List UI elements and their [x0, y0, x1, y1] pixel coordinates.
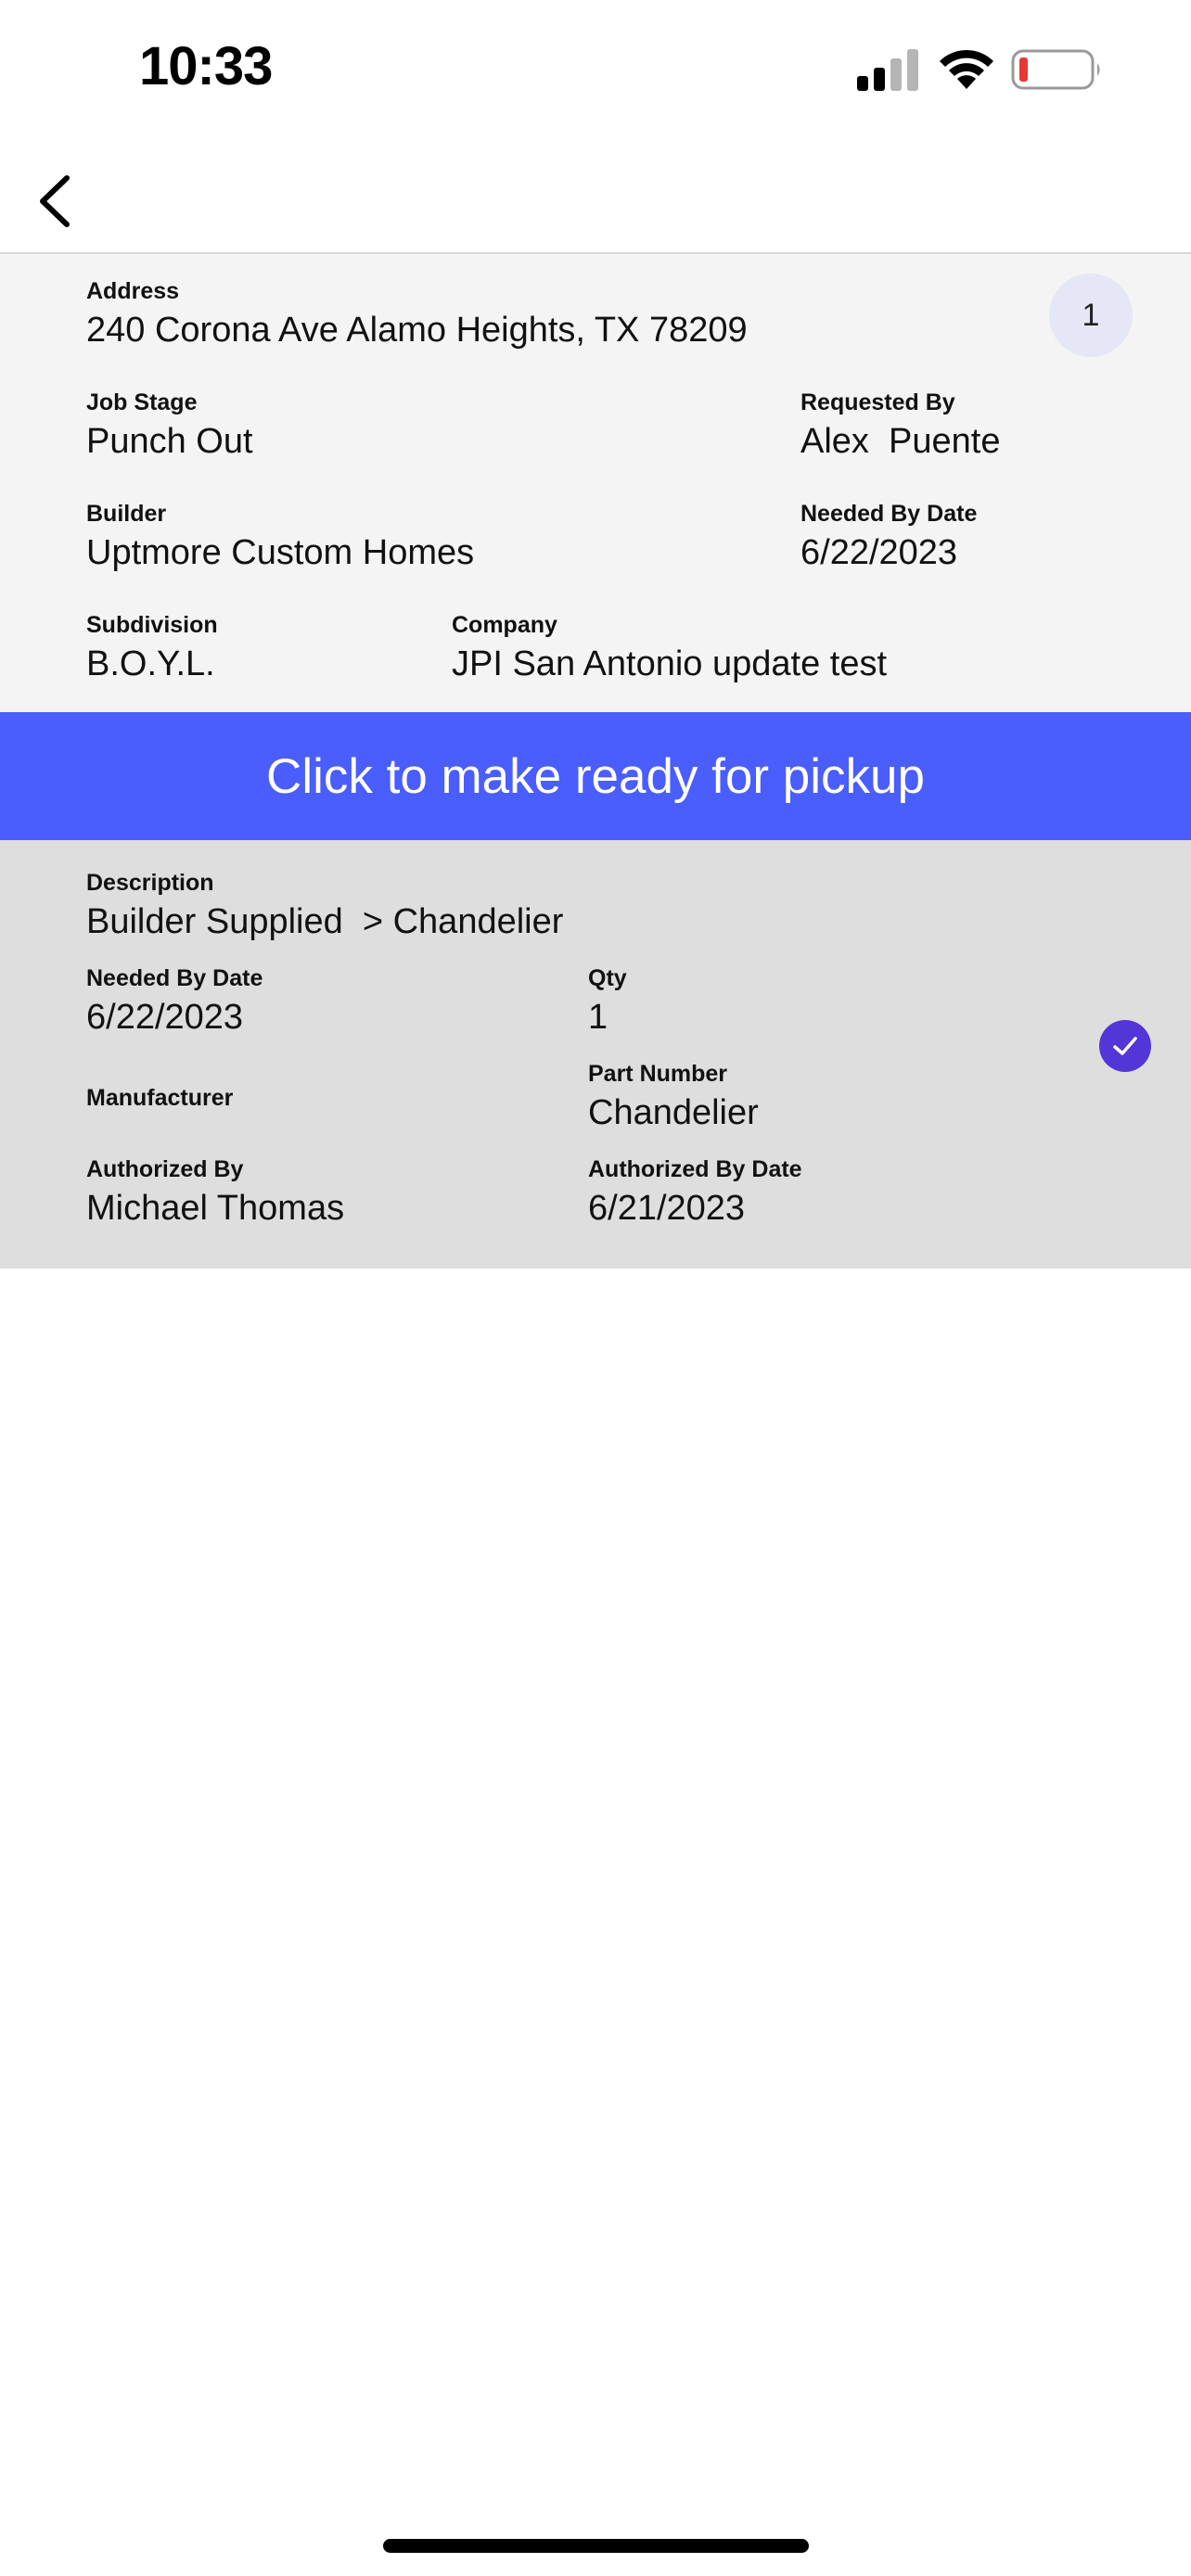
- needed-by-date-label: Needed By Date: [800, 501, 978, 527]
- description-label: Description: [86, 870, 214, 896]
- job-stage-value: Punch Out: [86, 422, 253, 461]
- chevron-left-icon: [40, 175, 70, 227]
- requested-by-value: Alex Puente: [800, 422, 1001, 461]
- item-selected-checkbox[interactable]: [1099, 1020, 1151, 1072]
- description-value: Builder Supplied > Chandelier: [86, 902, 564, 941]
- description-field: Description Builder Supplied > Chandelie…: [86, 868, 563, 944]
- job-stage-label: Job Stage: [86, 389, 198, 415]
- part-number-field: Part Number Chandelier: [588, 1059, 759, 1135]
- manufacturer-label: Manufacturer: [86, 1085, 234, 1111]
- checkmark-icon: [1113, 1037, 1137, 1055]
- company-label: Company: [452, 612, 557, 638]
- ready-for-pickup-button[interactable]: Click to make ready for pickup: [0, 712, 1191, 840]
- status-bar: 10:33: [0, 0, 1191, 139]
- authorized-by-field: Authorized By Michael Thomas: [86, 1154, 344, 1231]
- company-field: Company JPI San Antonio update test: [452, 610, 887, 686]
- builder-field: Builder Uptmore Custom Homes: [86, 499, 474, 575]
- needed-by-date-field: Needed By Date 6/22/2023: [800, 499, 977, 575]
- authorized-by-date-field: Authorized By Date 6/21/2023: [588, 1154, 802, 1231]
- battery-low-icon: [1011, 49, 1100, 90]
- item-needed-by-date-field: Needed By Date 6/22/2023: [86, 963, 263, 1039]
- authorized-by-value: Michael Thomas: [86, 1189, 345, 1228]
- count-badge[interactable]: 1: [1049, 274, 1133, 357]
- signal-icon: [857, 49, 918, 91]
- address-label: Address: [86, 278, 180, 304]
- qty-field: Qty 1: [588, 963, 627, 1039]
- part-number-label: Part Number: [588, 1061, 728, 1087]
- item-needed-by-date-value: 6/22/2023: [86, 998, 244, 1037]
- authorized-by-date-value: 6/21/2023: [588, 1189, 746, 1228]
- qty-label: Qty: [588, 965, 627, 991]
- back-button[interactable]: [26, 158, 109, 241]
- needed-by-date-value: 6/22/2023: [800, 533, 958, 572]
- job-stage-field: Job Stage Punch Out: [86, 388, 253, 464]
- item-card[interactable]: Description Builder Supplied > Chandelie…: [0, 840, 1191, 1269]
- requested-by-field: Requested By Alex Puente: [800, 388, 1000, 464]
- part-number-value: Chandelier: [588, 1093, 759, 1132]
- manufacturer-field: Manufacturer: [86, 1083, 233, 1113]
- authorized-by-label: Authorized By: [86, 1156, 244, 1182]
- subdivision-value: B.O.Y.L.: [86, 644, 215, 683]
- builder-label: Builder: [86, 501, 167, 527]
- subdivision-label: Subdivision: [86, 612, 218, 638]
- builder-value: Uptmore Custom Homes: [86, 533, 475, 572]
- authorized-by-date-label: Authorized By Date: [588, 1156, 802, 1182]
- home-indicator[interactable]: [383, 2539, 809, 2553]
- wifi-icon: [940, 49, 993, 89]
- address-value: 240 Corona Ave Alamo Heights, TX 78209: [86, 311, 748, 350]
- item-needed-by-date-label: Needed By Date: [86, 965, 263, 991]
- subdivision-field: Subdivision B.O.Y.L.: [86, 610, 218, 686]
- requested-by-label: Requested By: [800, 389, 955, 415]
- job-details-panel: Address 240 Corona Ave Alamo Heights, TX…: [0, 254, 1191, 712]
- company-value: JPI San Antonio update test: [452, 644, 888, 683]
- qty-value: 1: [588, 998, 608, 1037]
- status-time: 10:33: [139, 36, 273, 96]
- address-field: Address 240 Corona Ave Alamo Heights, TX…: [86, 276, 748, 352]
- nav-bar: [0, 139, 1191, 254]
